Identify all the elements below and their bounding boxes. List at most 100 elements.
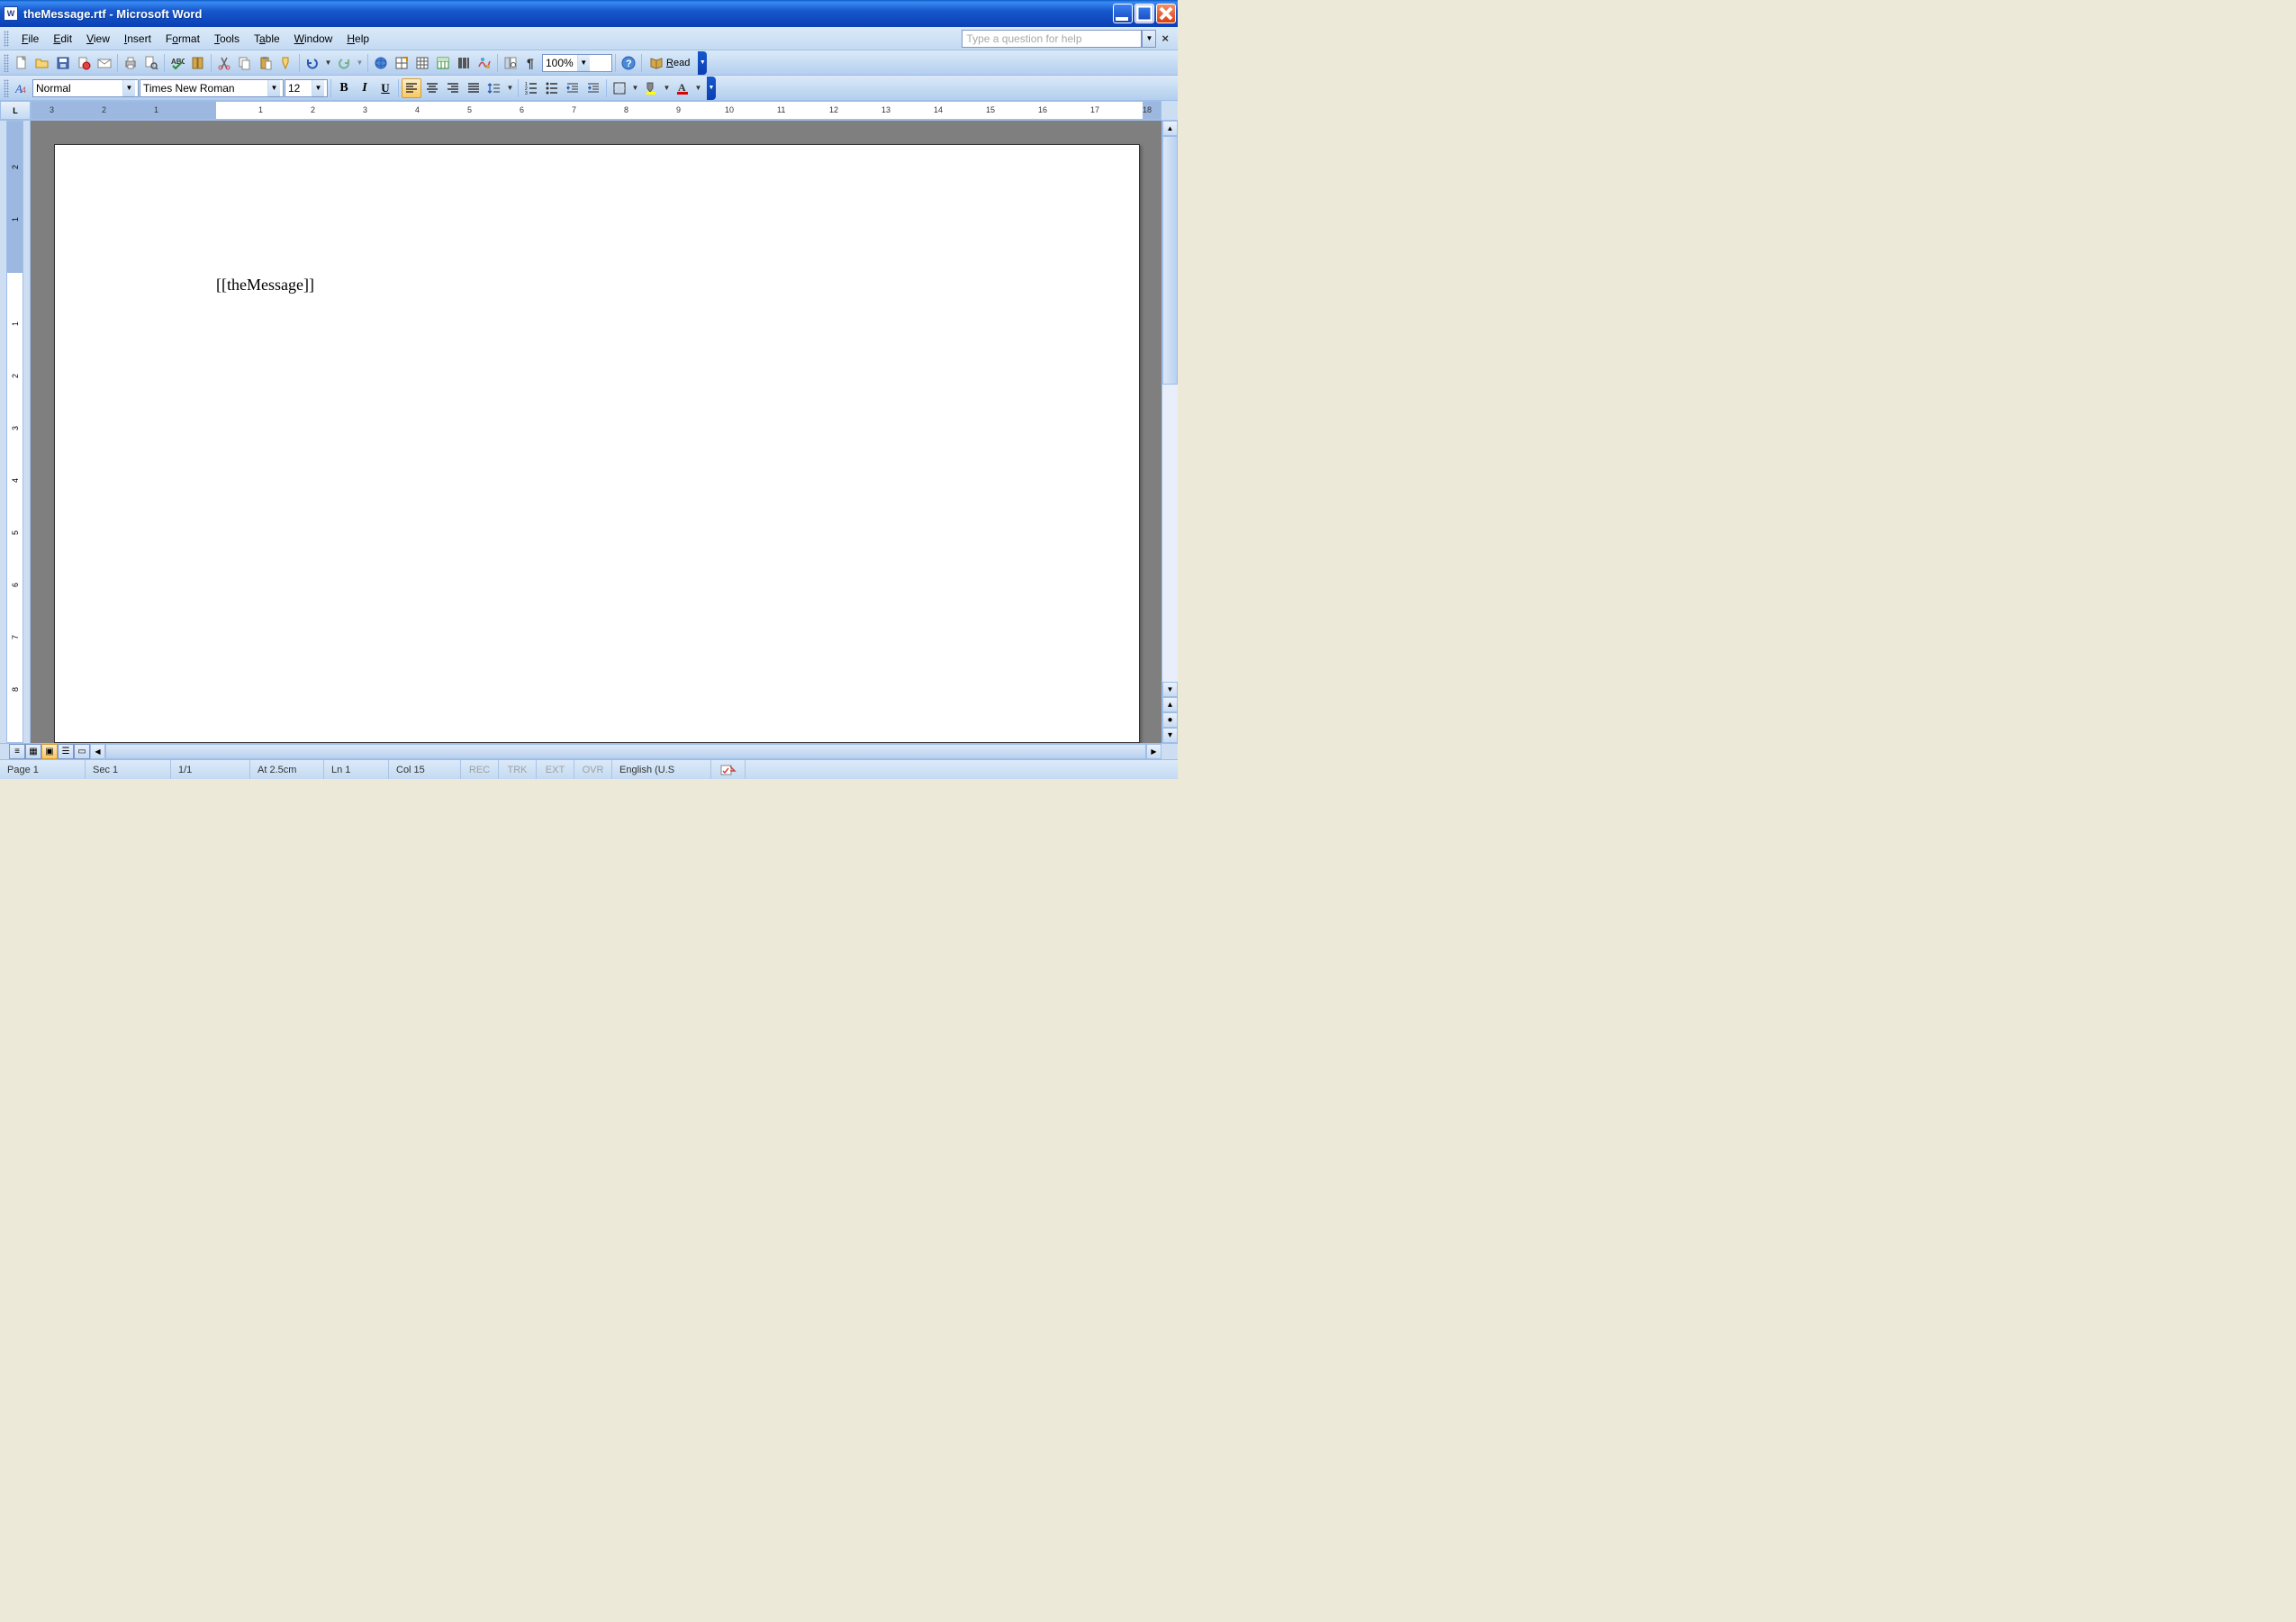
underline-button[interactable]: U (375, 78, 395, 98)
maximize-button[interactable] (1134, 4, 1154, 23)
help-dropdown-button[interactable]: ▼ (1142, 30, 1156, 48)
grip-icon[interactable] (4, 79, 9, 97)
email-button[interactable] (95, 53, 114, 73)
align-left-button[interactable] (402, 78, 421, 98)
document-close-button[interactable]: × (1156, 32, 1174, 45)
drawing-button[interactable] (475, 53, 494, 73)
status-page[interactable]: Page 1 (0, 760, 86, 779)
tab-selector[interactable]: L (0, 101, 31, 120)
toolbar-options-button[interactable]: ▼ (698, 51, 707, 75)
styles-pane-button[interactable]: A4 (12, 78, 32, 98)
tables-borders-button[interactable] (392, 53, 411, 73)
document-map-button[interactable] (501, 53, 520, 73)
status-pages[interactable]: 1/1 (171, 760, 250, 779)
menu-insert[interactable]: Insert (117, 30, 158, 48)
outline-view-button[interactable]: ☰ (58, 744, 74, 759)
undo-dropdown[interactable]: ▼ (323, 53, 333, 73)
scroll-down-button[interactable]: ▼ (1162, 682, 1178, 697)
status-section[interactable]: Sec 1 (86, 760, 171, 779)
web-layout-view-button[interactable]: ▦ (25, 744, 41, 759)
numbering-button[interactable]: 123 (521, 78, 541, 98)
permission-button[interactable] (74, 53, 94, 73)
spelling-button[interactable]: ABC (167, 53, 187, 73)
scroll-left-button[interactable]: ◀ (90, 744, 105, 759)
scroll-up-button[interactable]: ▲ (1162, 121, 1178, 136)
read-button[interactable]: Read (645, 53, 694, 73)
hscroll-track[interactable] (105, 744, 1146, 759)
reading-layout-view-button[interactable]: ▭ (74, 744, 90, 759)
insert-worksheet-button[interactable] (433, 53, 453, 73)
vertical-scrollbar[interactable]: ▲ ▼ ▴ ● ▾ (1162, 121, 1178, 743)
menu-edit[interactable]: Edit (46, 30, 79, 48)
menu-table[interactable]: Table (247, 30, 287, 48)
next-page-button[interactable]: ▾ (1162, 728, 1178, 743)
help-search-input[interactable]: Type a question for help (962, 30, 1142, 48)
increase-indent-button[interactable] (583, 78, 603, 98)
bullets-button[interactable] (542, 78, 562, 98)
status-language[interactable]: English (U.S (612, 760, 711, 779)
font-size-combo[interactable]: 12▼ (285, 79, 328, 97)
menu-file[interactable]: File (14, 30, 46, 48)
document-content[interactable]: [[theMessage]] (216, 276, 1139, 294)
help-button[interactable]: ? (619, 53, 638, 73)
menu-view[interactable]: View (79, 30, 117, 48)
menu-window[interactable]: Window (287, 30, 340, 48)
zoom-combo[interactable]: 100%▼ (542, 54, 612, 72)
copy-button[interactable] (235, 53, 255, 73)
menu-tools[interactable]: Tools (207, 30, 247, 48)
print-preview-button[interactable] (141, 53, 161, 73)
scroll-right-button[interactable]: ▶ (1146, 744, 1162, 759)
status-ovr[interactable]: OVR (574, 760, 612, 779)
insert-table-button[interactable] (412, 53, 432, 73)
print-layout-view-button[interactable]: ▣ (41, 744, 58, 759)
scroll-thumb[interactable] (1162, 136, 1178, 385)
italic-button[interactable]: I (355, 78, 375, 98)
minimize-button[interactable] (1113, 4, 1133, 23)
hyperlink-button[interactable] (371, 53, 391, 73)
research-button[interactable] (188, 53, 208, 73)
font-color-button[interactable]: A (673, 78, 692, 98)
hscroll-thumb[interactable] (105, 744, 1146, 759)
paste-button[interactable] (256, 53, 276, 73)
close-button[interactable] (1156, 4, 1176, 23)
grip-icon[interactable] (4, 54, 9, 72)
redo-dropdown[interactable]: ▼ (355, 53, 365, 73)
undo-button[interactable] (303, 53, 322, 73)
format-painter-button[interactable] (276, 53, 296, 73)
select-browse-object-button[interactable]: ● (1162, 712, 1178, 728)
style-combo[interactable]: Normal▼ (32, 79, 139, 97)
page[interactable]: [[theMessage]] (54, 144, 1140, 743)
menu-help[interactable]: Help (339, 30, 376, 48)
scroll-track[interactable] (1162, 385, 1178, 682)
borders-button[interactable] (610, 78, 629, 98)
print-button[interactable] (121, 53, 140, 73)
status-rec[interactable]: REC (461, 760, 499, 779)
horizontal-ruler[interactable]: 3 2 1 1 2 3 4 5 6 7 8 9 10 11 12 13 14 1… (31, 101, 1162, 120)
status-line[interactable]: Ln 1 (324, 760, 389, 779)
status-at[interactable]: At 2.5cm (250, 760, 324, 779)
normal-view-button[interactable]: ≡ (9, 744, 25, 759)
font-color-dropdown[interactable]: ▼ (693, 78, 703, 98)
cut-button[interactable] (214, 53, 234, 73)
redo-button[interactable] (334, 53, 354, 73)
decrease-indent-button[interactable] (563, 78, 583, 98)
show-hide-button[interactable]: ¶ (521, 53, 541, 73)
status-column[interactable]: Col 15 (389, 760, 461, 779)
status-ext[interactable]: EXT (537, 760, 574, 779)
borders-dropdown[interactable]: ▼ (630, 78, 640, 98)
columns-button[interactable] (454, 53, 474, 73)
align-center-button[interactable] (422, 78, 442, 98)
save-button[interactable] (53, 53, 73, 73)
line-spacing-dropdown[interactable]: ▼ (505, 78, 515, 98)
horizontal-scrollbar[interactable]: ◀ ▶ (90, 744, 1162, 759)
new-document-button[interactable] (12, 53, 32, 73)
align-right-button[interactable] (443, 78, 463, 98)
bold-button[interactable]: B (334, 78, 354, 98)
font-combo[interactable]: Times New Roman▼ (140, 79, 284, 97)
justify-button[interactable] (464, 78, 484, 98)
toolbar-options-button[interactable]: ▼ (707, 77, 716, 100)
highlight-button[interactable] (641, 78, 661, 98)
document-canvas[interactable]: [[theMessage]] (31, 121, 1162, 743)
status-trk[interactable]: TRK (499, 760, 537, 779)
grip-icon[interactable] (4, 31, 9, 47)
